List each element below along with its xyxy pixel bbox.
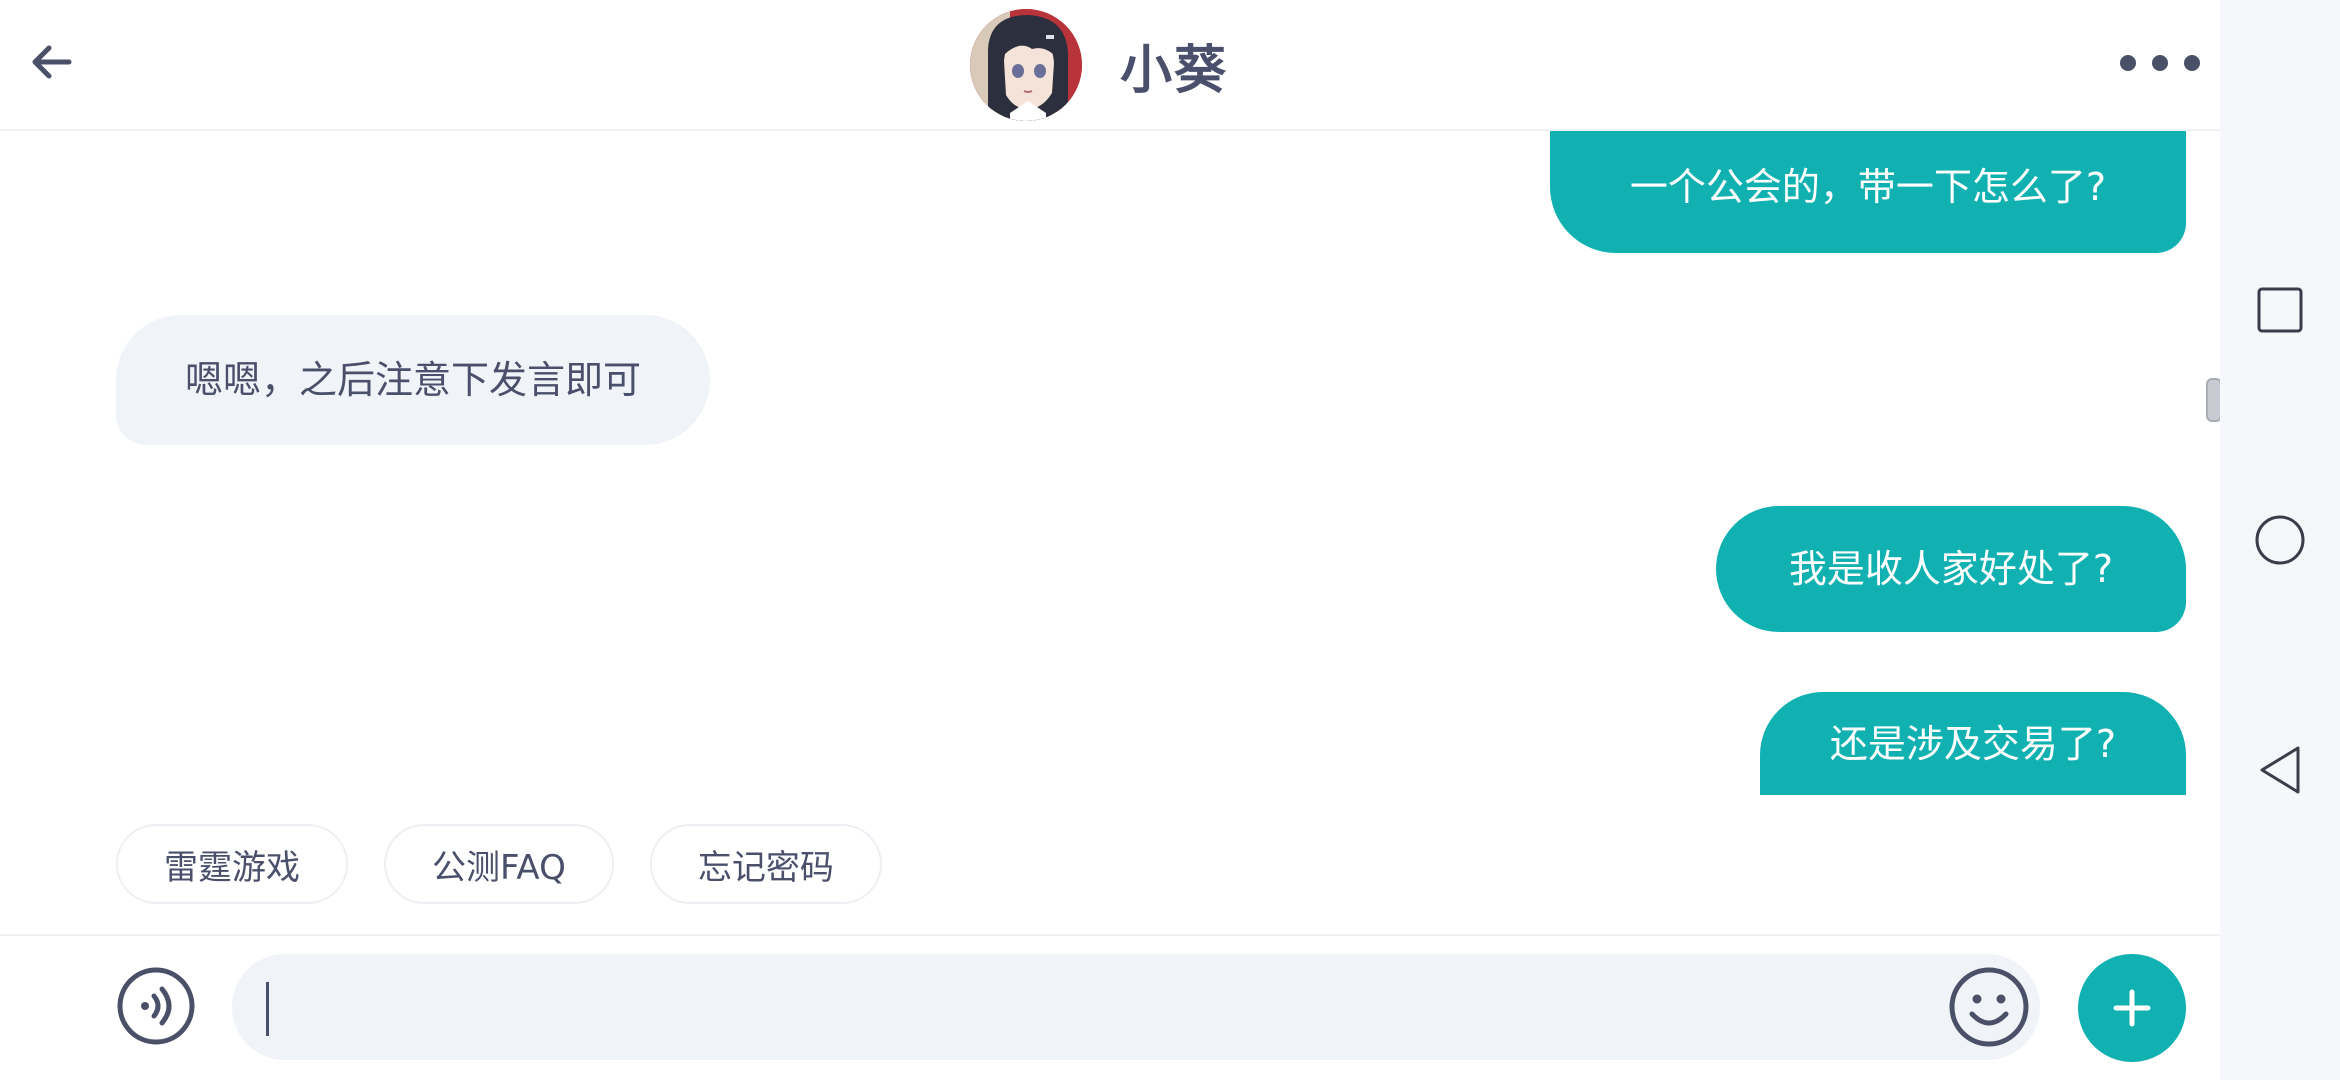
circle-icon [2255, 515, 2305, 565]
back-arrow-icon [32, 45, 72, 79]
avatar[interactable] [970, 9, 1082, 121]
more-dots-icon [2152, 55, 2168, 71]
emoji-icon [1949, 967, 2029, 1047]
avatar-image [970, 9, 1082, 121]
chat-header: 小葵 [0, 0, 2220, 131]
input-bar [0, 934, 2220, 1080]
message-bubble-sent[interactable]: 还是涉及交易了? [1760, 692, 2186, 795]
plus-icon [2113, 989, 2151, 1027]
recent-apps-button[interactable] [2250, 280, 2310, 340]
message-bubble-received[interactable]: 嗯嗯，之后注意下发言即可 [116, 315, 710, 445]
triangle-back-icon [2260, 746, 2300, 794]
chat-app: 小葵 一个公会的，带一下怎么了? 嗯嗯，之后注意下发言即可 我是收人家好处了? … [0, 0, 2222, 1080]
voice-button[interactable] [116, 966, 196, 1046]
quick-reply-row: 雷霆游戏 公测FAQ 忘记密码 [116, 824, 882, 904]
chat-title: 小葵 [1120, 40, 1229, 101]
square-icon [2257, 287, 2303, 333]
message-input[interactable] [232, 954, 2040, 1060]
quick-reply-chip[interactable]: 公测FAQ [384, 824, 614, 904]
back-button[interactable] [20, 30, 84, 94]
message-list[interactable]: 一个公会的，带一下怎么了? 嗯嗯，之后注意下发言即可 我是收人家好处了? 还是涉… [0, 131, 2220, 795]
message-bubble-sent[interactable]: 我是收人家好处了? [1716, 506, 2186, 632]
quick-reply-chip[interactable]: 雷霆游戏 [116, 824, 348, 904]
emoji-button[interactable] [1948, 966, 2030, 1048]
more-dots-icon [2184, 55, 2200, 71]
message-bubble-sent[interactable]: 一个公会的，带一下怎么了? [1550, 131, 2186, 253]
system-navigation-bar [2220, 0, 2340, 1080]
text-caret [266, 982, 269, 1036]
voice-icon [117, 967, 195, 1045]
add-attachment-button[interactable] [2078, 954, 2186, 1062]
chat-title-group: 小葵 [970, 8, 1228, 122]
home-button[interactable] [2250, 510, 2310, 570]
quick-reply-chip[interactable]: 忘记密码 [649, 824, 882, 904]
more-dots-icon [2120, 55, 2136, 71]
more-options-button[interactable] [2120, 38, 2200, 88]
system-back-button[interactable] [2250, 740, 2310, 800]
